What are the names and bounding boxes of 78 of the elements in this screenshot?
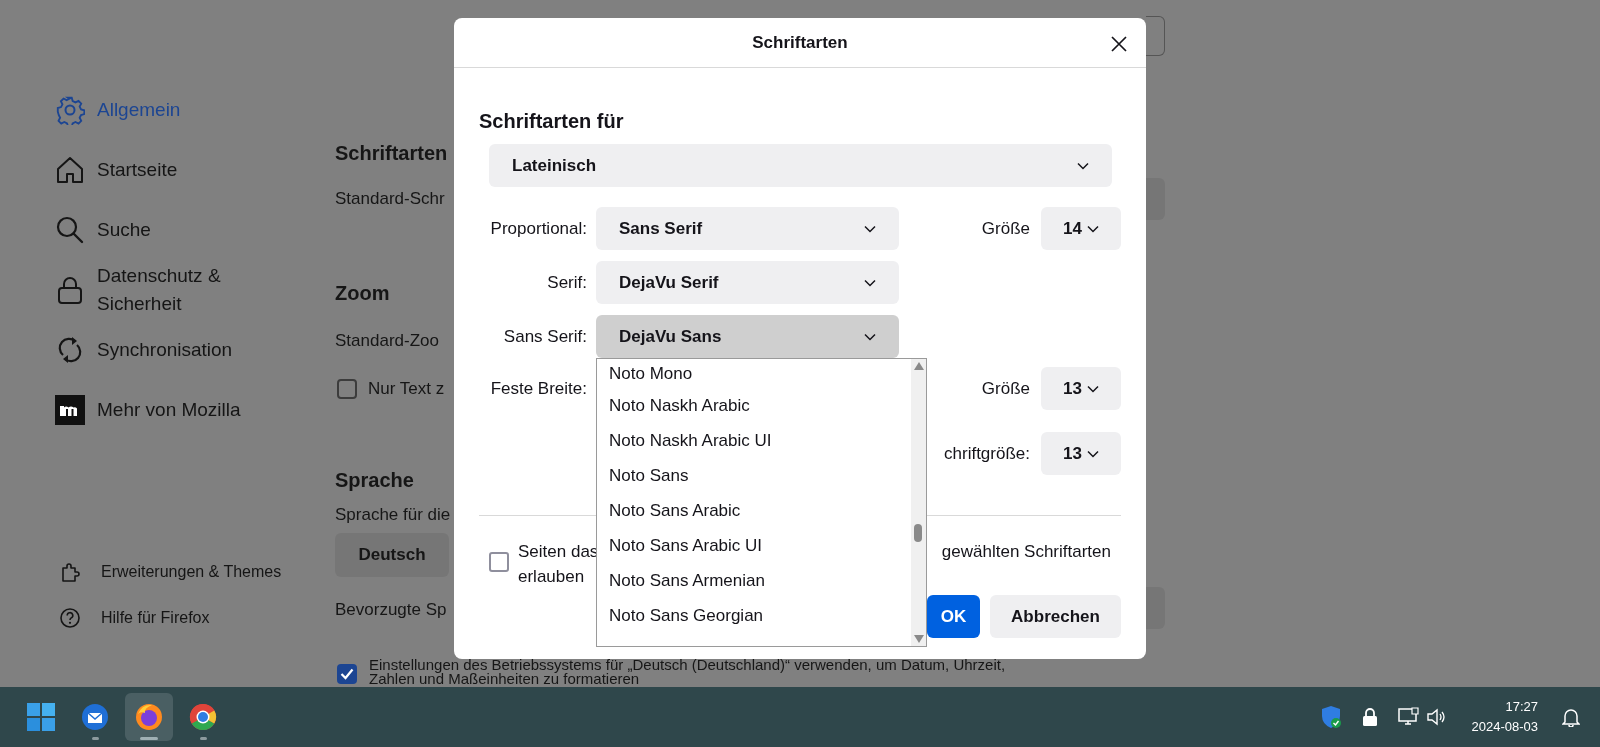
- checkbox[interactable]: [489, 552, 509, 572]
- sidebar-item[interactable]: Mehr von Mozilla: [55, 395, 257, 425]
- checkbox-label: gewählten Schriftarten: [941, 541, 1111, 563]
- list-option[interactable]: Noto Naskh Arabic UI: [597, 423, 911, 458]
- field-label: Größe: [981, 377, 1030, 400]
- speaker-icon[interactable]: [1425, 708, 1446, 726]
- setting-label: Standard-Schr: [335, 188, 445, 210]
- size-dropdown[interactable]: 13: [1041, 367, 1121, 410]
- field-label: Größe: [981, 217, 1030, 240]
- shield-icon[interactable]: [1319, 705, 1342, 729]
- chevron-down-icon: [1077, 161, 1089, 170]
- gear-icon: [55, 95, 85, 125]
- section-heading: Schriftarten: [335, 141, 448, 166]
- list-option[interactable]: Noto Sans Georgian: [597, 598, 911, 633]
- checkbox[interactable]: [337, 664, 357, 684]
- browser-app-icon[interactable]: [134, 702, 164, 732]
- chevron-down-icon: [864, 332, 876, 341]
- checkbox-label: Nur Text z: [368, 378, 445, 401]
- sidebar-link[interactable]: Hilfe für Firefox: [55, 595, 335, 641]
- notification-bell-icon[interactable]: [1562, 707, 1580, 727]
- section-heading: Schriftarten für: [479, 109, 625, 134]
- field-label: Proportional:: [489, 217, 587, 240]
- list-option[interactable]: Noto Sans Arabic: [597, 493, 911, 528]
- section-heading: Zoom: [335, 281, 390, 306]
- network-icon[interactable]: [1397, 707, 1420, 727]
- field-label: Serif:: [546, 271, 587, 294]
- arrow-down-icon[interactable]: [913, 635, 924, 643]
- lock-icon: [55, 275, 85, 305]
- lock-icon[interactable]: [1361, 708, 1378, 726]
- dialog-title: Schriftarten: [752, 31, 848, 54]
- list-option[interactable]: Noto Naskh Arabic: [597, 388, 911, 423]
- chevron-down-icon: [1086, 384, 1099, 393]
- mail-app-icon[interactable]: [80, 702, 110, 732]
- sidebar-item[interactable]: Startseite: [55, 155, 257, 185]
- sidebar-link[interactable]: Erweiterungen & Themes: [55, 549, 335, 595]
- scrollbar-thumb[interactable]: [914, 524, 922, 542]
- sidebar-item[interactable]: Suche: [55, 215, 257, 245]
- sidebar-item[interactable]: Synchronisation: [55, 335, 257, 365]
- list-option[interactable]: Noto Sans Armenian: [597, 563, 911, 598]
- dropdown[interactable]: DejaVu Sans: [596, 315, 899, 358]
- checkbox-label: erlauben: [518, 566, 585, 588]
- setting-label: Standard-Zoo: [335, 330, 439, 352]
- checkbox[interactable]: [337, 379, 357, 399]
- chevron-down-icon: [1086, 224, 1099, 233]
- start-icon[interactable]: [27, 703, 55, 731]
- setting-label: Sprache für die: [335, 504, 451, 526]
- home-icon: [55, 155, 85, 185]
- section-heading: Sprache: [335, 468, 414, 493]
- setting-label: Bevorzugte Sp: [335, 599, 447, 621]
- checkbox-label: Zahlen und Maßeinheiten zu formatieren: [369, 672, 640, 686]
- chevron-down-icon: [1086, 449, 1099, 458]
- sidebar-item[interactable]: Datenschutz & Sicherheit: [55, 262, 257, 318]
- browser-app-icon[interactable]: [188, 702, 218, 732]
- language-button[interactable]: Deutsch: [335, 533, 449, 577]
- chevron-down-icon: [864, 224, 876, 233]
- dropdown[interactable]: Lateinisch: [489, 144, 1112, 187]
- scrollbar[interactable]: [911, 359, 926, 646]
- clock[interactable]: 17:27 2024-08-03: [1471, 697, 1538, 737]
- list-option[interactable]: Noto Sans: [597, 458, 911, 493]
- checkbox-label: Einstellungen des Betriebssystems für „Deutsch (Deutschland)“ verwenden, um Datum, Uhrzeit,: [369, 658, 1006, 672]
- list-option[interactable]: Noto Mono: [597, 359, 911, 388]
- list-option[interactable]: Noto Sans Arabic UI: [597, 528, 911, 563]
- size-dropdown[interactable]: 14: [1041, 207, 1121, 250]
- field-label: chriftgröße:: [944, 442, 1030, 465]
- logo-icon: [55, 395, 85, 425]
- cancel-button[interactable]: Abbrechen: [990, 595, 1121, 638]
- dropdown[interactable]: DejaVu Serif: [596, 261, 899, 304]
- size-dropdown[interactable]: 13: [1041, 432, 1121, 475]
- puzzle-icon: [59, 561, 81, 583]
- field-label: Feste Breite:: [489, 377, 587, 400]
- search-icon: [55, 215, 85, 245]
- help-icon: [59, 607, 81, 629]
- dropdown[interactable]: Sans Serif: [596, 207, 899, 250]
- arrow-up-icon[interactable]: [913, 362, 924, 370]
- chevron-down-icon: [864, 278, 876, 287]
- close-icon[interactable]: [1110, 35, 1128, 53]
- ok-button[interactable]: OK: [927, 595, 980, 638]
- field-label: Sans Serif:: [502, 325, 587, 348]
